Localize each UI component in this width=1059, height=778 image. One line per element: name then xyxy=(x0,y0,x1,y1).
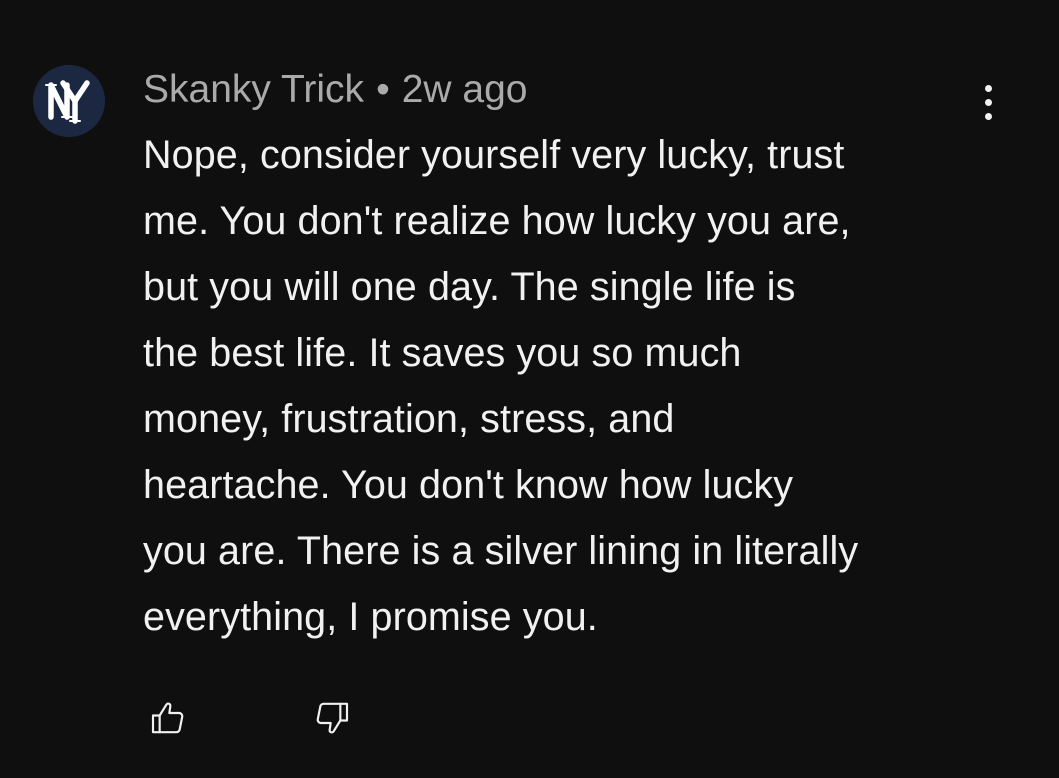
author-name[interactable]: Skanky Trick xyxy=(143,68,364,111)
comment-text-line: Nope, consider yourself very lucky, trus… xyxy=(143,133,845,177)
comment-text-line: you are. There is a silver lining in lit… xyxy=(143,529,859,573)
dislike-button[interactable] xyxy=(304,690,360,746)
comment-time: 2w ago xyxy=(401,68,528,111)
comment-card: Skanky Trick • 2w ago Nope, consider yours… xyxy=(0,0,1059,778)
comment-meta: Skanky Trick • 2w ago xyxy=(143,66,527,114)
ny-logo-icon xyxy=(33,65,105,137)
meta-separator: • xyxy=(376,68,390,111)
like-button[interactable] xyxy=(140,690,196,746)
comment-actions xyxy=(140,690,360,746)
more-vertical-icon-dot xyxy=(984,98,992,106)
more-vertical-icon-dot xyxy=(984,84,992,92)
more-vertical-icon-dot xyxy=(984,112,992,120)
avatar[interactable] xyxy=(33,65,105,137)
comment-text-line: money, frustration, stress, and xyxy=(143,397,675,441)
comment-text-line: heartache. You don't know how lucky xyxy=(143,463,794,507)
comment-text-line: me. You don't realize how lucky you are, xyxy=(143,199,851,243)
comment-text-line: everything, I promise you. xyxy=(143,595,598,639)
thumbs-up-icon xyxy=(151,702,184,734)
thumbs-down-icon xyxy=(316,702,349,734)
comment-text-line: the best life. It saves you so much xyxy=(143,331,742,375)
comment-text: Nope, consider yourself very lucky, trus… xyxy=(143,122,1003,650)
more-options-button[interactable] xyxy=(968,80,1008,124)
comment-text-line: but you will one day. The single life is xyxy=(143,265,796,309)
